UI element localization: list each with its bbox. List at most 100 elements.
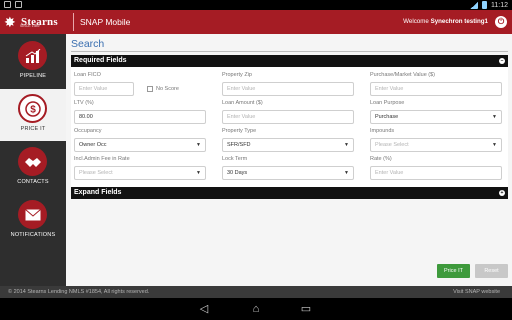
chevron-down-icon: ▼ — [344, 142, 349, 148]
chevron-down-icon: ▼ — [196, 142, 201, 148]
sidebar-item-pipeline[interactable]: PIPELINE — [0, 36, 66, 88]
collapse-icon: – — [499, 58, 505, 64]
price-it-button[interactable]: Price IT — [437, 264, 470, 278]
recent-apps-icon[interactable]: ▭ — [298, 302, 314, 316]
field-label: Impounds — [370, 128, 395, 134]
property-type-value: SFR/SFD — [227, 142, 251, 148]
header-divider — [73, 13, 74, 31]
expand-plus-icon: + — [499, 190, 505, 196]
field-label: Incl.Admin Fee in Rate — [74, 156, 130, 162]
chevron-down-icon: ▼ — [492, 142, 497, 148]
occupancy-field: Occupancy Owner Occ ▼ — [74, 128, 206, 152]
sidebar-item-price-it[interactable]: $ PRICE IT — [0, 89, 66, 141]
loan-amount-input[interactable]: Enter Value — [222, 110, 354, 124]
sidebar-item-label: PIPELINE — [19, 73, 47, 79]
property-zip-input[interactable]: Enter Value — [222, 82, 354, 96]
loan-purpose-select[interactable]: Purchase ▼ — [370, 110, 502, 124]
field-label: Loan Amount ($) — [222, 100, 263, 106]
sidebar-item-notifications[interactable]: NOTIFICATIONS — [0, 195, 66, 247]
property-type-field: Property Type SFR/SFD ▼ — [222, 128, 354, 152]
field-label: Property Zip — [222, 72, 252, 78]
required-fields-label: Required Fields — [74, 57, 127, 64]
rate-input[interactable]: Enter Value — [370, 166, 502, 180]
field-label: Occupancy — [74, 128, 102, 134]
field-label: Purchase/Market Value ($) — [370, 72, 436, 78]
sidebar-item-label: CONTACTS — [17, 179, 49, 185]
home-icon[interactable]: ⌂ — [248, 302, 264, 316]
back-icon[interactable]: ◁ — [196, 302, 212, 316]
occupancy-value: Owner Occ — [79, 142, 107, 148]
image-notification-icon — [4, 1, 11, 8]
welcome-message: Welcome Synechron testing1 — [403, 18, 488, 25]
welcome-prefix: Welcome — [403, 18, 429, 25]
app-header: ✸ Stearns SINCE 1989 SNAP Mobile Welcome… — [0, 10, 512, 34]
system-status-bar: 11:12 — [0, 0, 512, 10]
rate-field: Rate (%) Enter Value — [370, 156, 502, 180]
property-zip-field: Property Zip Enter Value — [222, 72, 354, 96]
loan-purpose-field: Loan Purpose Purchase ▼ — [370, 100, 502, 124]
star-logo-icon: ✸ — [4, 14, 16, 30]
required-fields-header[interactable]: Required Fields – — [71, 55, 508, 67]
field-label: Property Type — [222, 128, 257, 134]
ltv-input[interactable]: 80.00 — [74, 110, 206, 124]
occupancy-select[interactable]: Owner Occ ▼ — [74, 138, 206, 152]
incl-admin-fee-field: Incl.Admin Fee in Rate Please Select ▼ — [74, 156, 206, 180]
chevron-down-icon: ▼ — [492, 114, 497, 120]
loan-fico-field: Loan FICO Enter Value — [74, 72, 134, 96]
field-label: Lock Term — [222, 156, 248, 162]
incl-admin-fee-placeholder: Please Select — [79, 170, 113, 176]
page-title: Search — [71, 38, 105, 50]
sidebar-nav: PIPELINE $ PRICE IT CONTACTS NOTIFICATIO… — [0, 34, 66, 286]
title-divider — [71, 51, 508, 52]
reset-button[interactable]: Reset — [475, 264, 508, 278]
field-label: Rate (%) — [370, 156, 392, 162]
sidebar-item-label: NOTIFICATIONS — [10, 232, 56, 238]
expand-fields-header[interactable]: Expand Fields + — [71, 187, 508, 199]
impounds-field: Impounds Please Select ▼ — [370, 128, 502, 152]
download-notification-icon — [15, 1, 22, 8]
expand-fields-label: Expand Fields — [74, 189, 122, 196]
visit-snap-link[interactable]: Visit SNAP website — [453, 286, 500, 298]
app-footer: © 2014 Stearns Lending NMLS #1854, All r… — [0, 286, 512, 298]
field-label: Loan FICO — [74, 72, 101, 78]
sidebar-item-label: PRICE IT — [20, 126, 46, 132]
chevron-down-icon: ▼ — [196, 170, 201, 176]
no-score-label: No Score — [156, 86, 179, 92]
required-fields-form: Loan FICO Enter Value No Score Property … — [71, 67, 508, 187]
lock-term-field: Lock Term 30 Days ▼ — [222, 156, 354, 180]
field-label: LTV (%) — [74, 100, 94, 106]
status-time: 11:12 — [491, 1, 508, 9]
impounds-select[interactable]: Please Select ▼ — [370, 138, 502, 152]
welcome-username: Synechron testing1 — [430, 18, 488, 25]
logout-power-icon[interactable]: ⏻ — [495, 16, 507, 28]
envelope-icon — [18, 200, 47, 229]
stearns-logo: ✸ Stearns — [4, 12, 58, 32]
sidebar-item-contacts[interactable]: CONTACTS — [0, 142, 66, 194]
system-nav-bar: ◁ ⌂ ▭ — [0, 298, 512, 320]
copyright-text: © 2014 Stearns Lending NMLS #1854, All r… — [8, 289, 150, 295]
property-type-select[interactable]: SFR/SFD ▼ — [222, 138, 354, 152]
loan-fico-input[interactable]: Enter Value — [74, 82, 134, 96]
battery-icon — [482, 1, 487, 9]
checkbox-box[interactable] — [147, 86, 153, 92]
chevron-down-icon: ▼ — [344, 170, 349, 176]
lock-term-value: 30 Days — [227, 170, 248, 176]
incl-admin-fee-select[interactable]: Please Select ▼ — [74, 166, 206, 180]
logo-subtext: SINCE 1989 — [20, 24, 40, 28]
purchase-value-input[interactable]: Enter Value — [370, 82, 502, 96]
loan-purpose-value: Purchase — [375, 114, 399, 120]
lock-term-select[interactable]: 30 Days ▼ — [222, 166, 354, 180]
app-title: SNAP Mobile — [80, 17, 131, 27]
main-content: Search Required Fields – Loan FICO Enter… — [66, 34, 512, 286]
handshake-icon — [18, 147, 47, 176]
loan-amount-field: Loan Amount ($) Enter Value — [222, 100, 354, 124]
ltv-field: LTV (%) 80.00 — [74, 100, 206, 124]
no-score-checkbox[interactable]: No Score — [147, 86, 179, 92]
field-label: Loan Purpose — [370, 100, 405, 106]
dollar-refresh-icon: $ — [18, 94, 47, 123]
wifi-icon — [470, 1, 478, 9]
impounds-placeholder: Please Select — [375, 142, 409, 148]
bar-chart-icon — [18, 41, 47, 70]
svg-text:$: $ — [30, 104, 36, 115]
purchase-value-field: Purchase/Market Value ($) Enter Value — [370, 72, 502, 96]
